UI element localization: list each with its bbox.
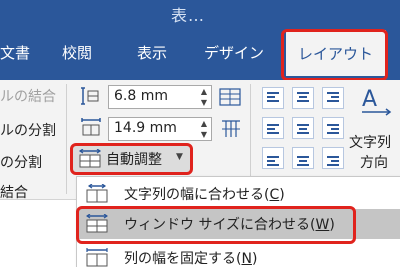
- tab-view[interactable]: 表示: [137, 42, 167, 63]
- row-height-icon: [81, 87, 99, 105]
- merge-cells-button[interactable]: ルの結合: [0, 86, 56, 106]
- align-bottom-right-button[interactable]: [322, 147, 344, 169]
- align-center-left-button[interactable]: [262, 117, 284, 139]
- tab-design[interactable]: デザイン: [204, 42, 264, 63]
- align-top-left-button[interactable]: [262, 87, 284, 109]
- menu-item-label: 文字列の幅に合わせる(C): [124, 187, 285, 203]
- row-height-input[interactable]: 6.8 mm ▲ ▼: [108, 85, 212, 109]
- menu-item-autofit-contents[interactable]: 文字列の幅に合わせる(C): [77, 179, 400, 209]
- highlight-autofit-button: [70, 143, 193, 175]
- column-width-input[interactable]: 14.9 mm ▲ ▼: [108, 117, 212, 141]
- fixed-column-width-icon: [86, 248, 108, 267]
- text-direction-icon[interactable]: A: [360, 84, 394, 120]
- row-height-spinner[interactable]: ▲ ▼: [199, 86, 209, 108]
- tab-references[interactable]: 文書: [0, 42, 30, 63]
- split-table-button[interactable]: の分割: [0, 152, 42, 172]
- split-cells-button[interactable]: ルの分割: [0, 120, 56, 140]
- align-top-right-button[interactable]: [322, 87, 344, 109]
- column-width-value: 14.9 mm: [114, 120, 177, 136]
- menu-item-fixed-column-width[interactable]: 列の幅を固定する(N): [77, 243, 400, 267]
- align-bottom-center-button[interactable]: [292, 147, 314, 169]
- document-area[interactable]: [0, 201, 76, 267]
- text-direction-label-line1: 文字列: [349, 135, 391, 151]
- align-bottom-left-button[interactable]: [262, 147, 284, 169]
- menu-item-label: 列の幅を固定する(N): [124, 251, 258, 267]
- autofit-contents-icon: [86, 184, 108, 203]
- align-center-right-button[interactable]: [322, 117, 344, 139]
- merge-group-label: 結合: [0, 185, 28, 201]
- svg-text:A: A: [362, 87, 377, 112]
- distribute-columns-icon[interactable]: [221, 119, 241, 139]
- title-bar: 表…: [0, 0, 400, 30]
- align-center-button[interactable]: [292, 117, 314, 139]
- tab-review[interactable]: 校閲: [62, 42, 92, 63]
- distribute-rows-icon[interactable]: [219, 88, 241, 106]
- group-separator: [66, 84, 67, 194]
- column-width-spinner[interactable]: ▲ ▼: [199, 118, 209, 140]
- align-top-center-button[interactable]: [292, 87, 314, 109]
- column-width-icon: [81, 118, 101, 136]
- window-title: 表…: [171, 6, 206, 25]
- highlight-layout-tab: [281, 29, 388, 81]
- row-height-value: 6.8 mm: [114, 88, 168, 104]
- highlight-autofit-window-item: [76, 206, 356, 244]
- text-direction-label-line2: 方向: [360, 155, 388, 171]
